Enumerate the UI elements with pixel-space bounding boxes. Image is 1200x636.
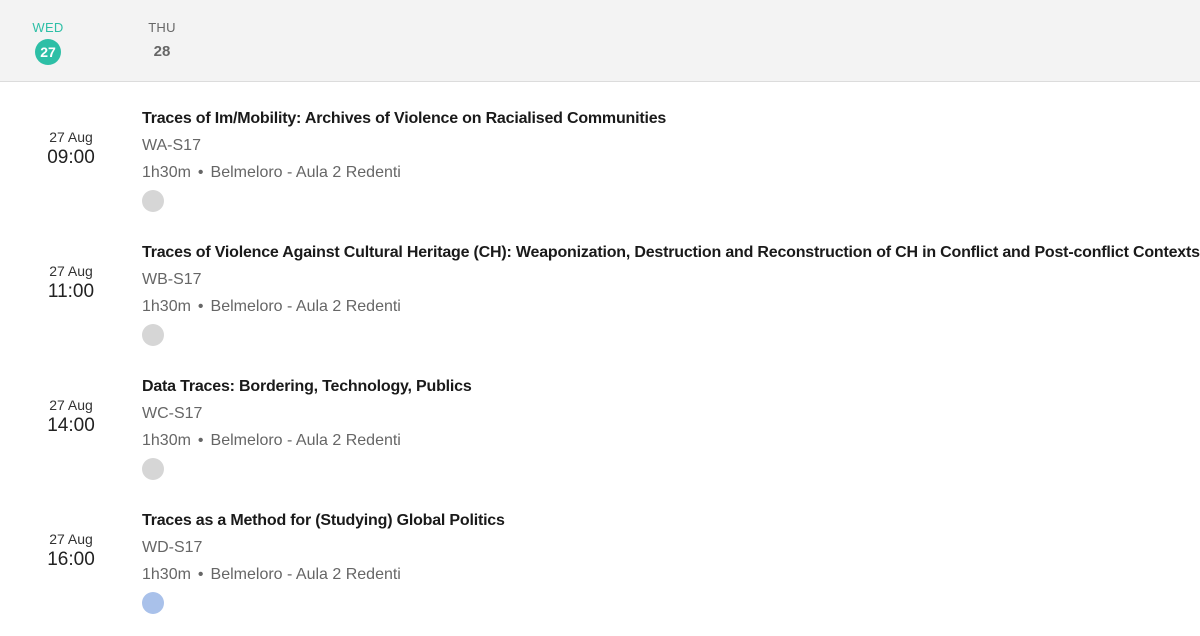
session-duration: 1h30m (142, 432, 191, 449)
day-tab-weekday: THU (148, 20, 176, 35)
session-duration: 1h30m (142, 298, 191, 315)
session-info: Traces as a Method for (Studying) Global… (142, 510, 1200, 614)
session-code: WA-S17 (142, 137, 201, 154)
day-tab-date: 28 (153, 43, 171, 60)
day-tab-weekday: WED (32, 20, 64, 35)
session-date: 27 Aug (49, 129, 93, 145)
session-time: 27 Aug 09:00 (22, 128, 120, 170)
session-info: Data Traces: Bordering, Technology, Publ… (142, 376, 1200, 480)
day-tab-date-badge: 27 (35, 39, 61, 65)
session-meta: 1h30m • Belmeloro - Aula 2 Redenti (142, 430, 1200, 452)
session-time: 27 Aug 14:00 (22, 396, 120, 438)
session-start-time: 14:00 (47, 415, 95, 436)
session-meta: 1h30m • Belmeloro - Aula 2 Redenti (142, 564, 1200, 586)
session-time: 27 Aug 11:00 (22, 262, 120, 304)
session-location: Belmeloro - Aula 2 Redenti (210, 164, 401, 181)
session-row[interactable]: 27 Aug 09:00 Traces of Im/Mobility: Arch… (0, 108, 1200, 242)
session-start-time: 11:00 (47, 281, 95, 302)
day-selector: WED 27 THU 28 (0, 0, 1200, 82)
separator-dot: • (197, 164, 204, 181)
session-start-time: 09:00 (47, 147, 95, 168)
session-date: 27 Aug (49, 263, 93, 279)
session-code: WD-S17 (142, 539, 203, 556)
session-duration: 1h30m (142, 164, 191, 181)
session-code: WB-S17 (142, 271, 202, 288)
session-location: Belmeloro - Aula 2 Redenti (210, 432, 401, 449)
session-title[interactable]: Traces as a Method for (Studying) Global… (142, 510, 1200, 532)
separator-dot: • (197, 298, 204, 315)
session-title[interactable]: Data Traces: Bordering, Technology, Publ… (142, 376, 1200, 398)
avatar[interactable] (142, 592, 164, 614)
day-tab-wed[interactable]: WED 27 (18, 20, 78, 65)
session-row[interactable]: 27 Aug 11:00 Traces of Violence Against … (0, 242, 1200, 376)
session-start-time: 16:00 (47, 549, 95, 570)
day-tab-thu[interactable]: THU 28 (132, 20, 192, 65)
session-location: Belmeloro - Aula 2 Redenti (210, 566, 401, 583)
session-row[interactable]: 27 Aug 14:00 Data Traces: Bordering, Tec… (0, 376, 1200, 510)
avatar[interactable] (142, 324, 164, 346)
avatar[interactable] (142, 458, 164, 480)
session-title[interactable]: Traces of Im/Mobility: Archives of Viole… (142, 108, 1200, 130)
session-info: Traces of Im/Mobility: Archives of Viole… (142, 108, 1200, 212)
session-meta: 1h30m • Belmeloro - Aula 2 Redenti (142, 162, 1200, 184)
session-meta: 1h30m • Belmeloro - Aula 2 Redenti (142, 296, 1200, 318)
separator-dot: • (197, 432, 204, 449)
session-date: 27 Aug (49, 397, 93, 413)
session-duration: 1h30m (142, 566, 191, 583)
session-info: Traces of Violence Against Cultural Heri… (142, 242, 1200, 346)
session-code: WC-S17 (142, 405, 203, 422)
session-location: Belmeloro - Aula 2 Redenti (210, 298, 401, 315)
avatar[interactable] (142, 190, 164, 212)
session-time: 27 Aug 16:00 (22, 530, 120, 572)
separator-dot: • (197, 566, 204, 583)
session-date: 27 Aug (49, 531, 93, 547)
session-title[interactable]: Traces of Violence Against Cultural Heri… (142, 242, 1200, 264)
session-row[interactable]: 27 Aug 16:00 Traces as a Method for (Stu… (0, 510, 1200, 636)
